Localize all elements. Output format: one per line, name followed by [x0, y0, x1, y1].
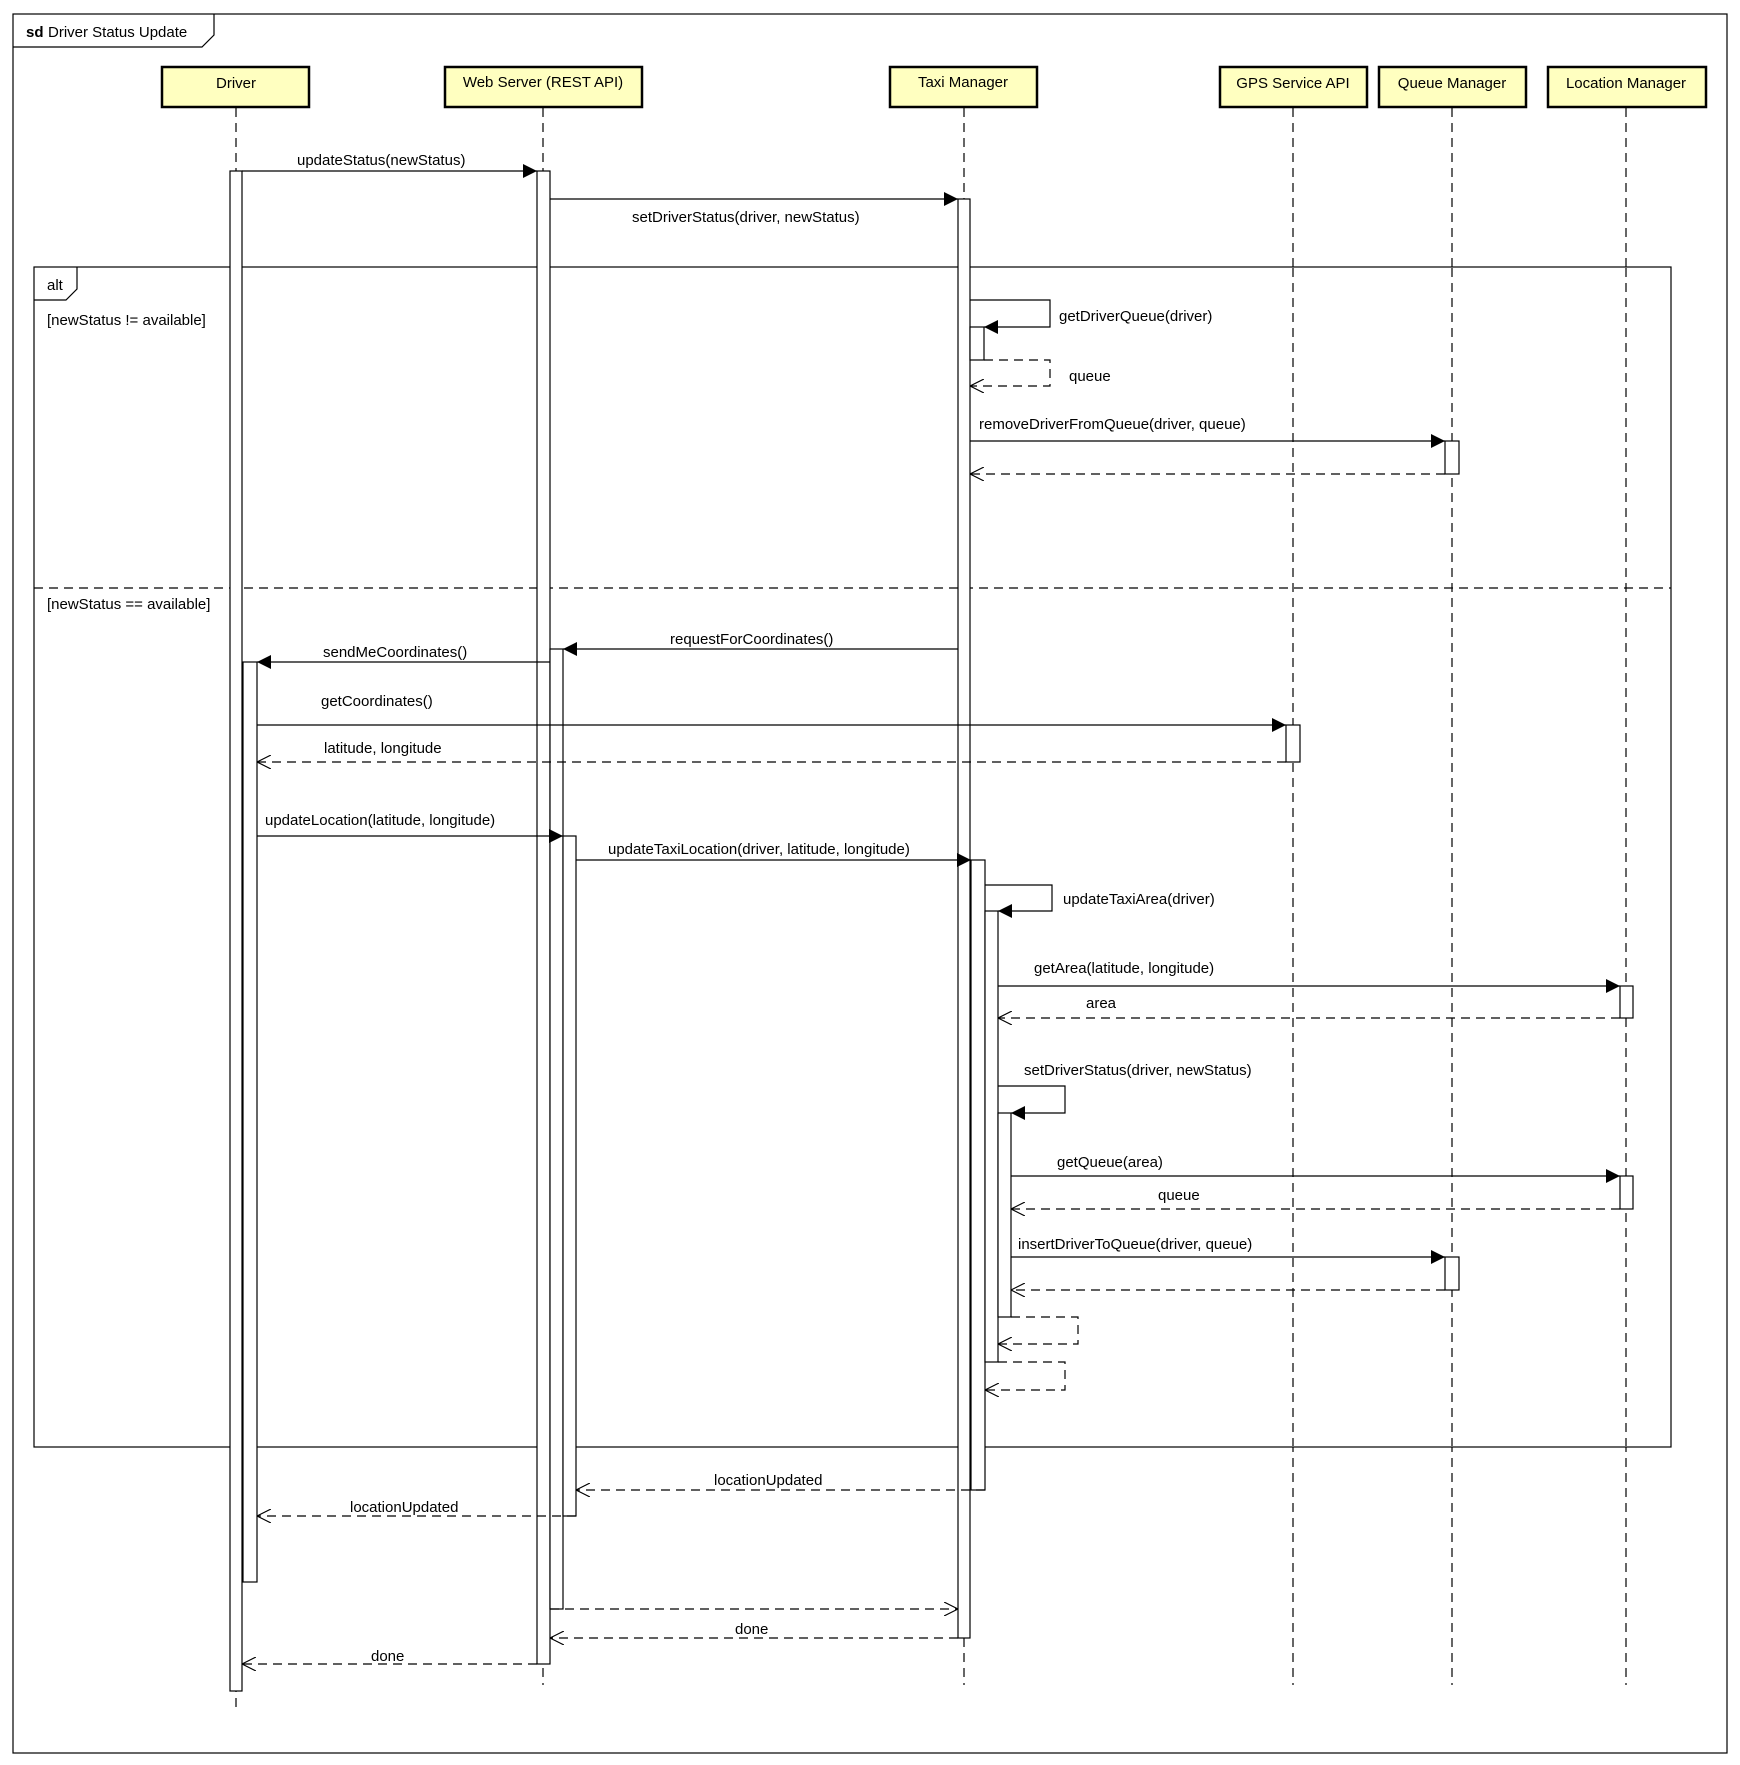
activation-taxi-main: [957, 198, 971, 1639]
msg-updateStatus-label: updateStatus(newStatus): [297, 152, 465, 169]
activation-driver-nested: [242, 661, 258, 1583]
alt-guard-1: [newStatus != available]: [47, 312, 206, 329]
activation-location-getArea: [1619, 985, 1634, 1019]
activation-web-nested-2: [562, 835, 577, 1517]
msg-removeDriverFromQueue-label: removeDriverFromQueue(driver, queue): [979, 416, 1246, 433]
ret-area-label: area: [1086, 995, 1117, 1012]
lifeline-label-location-manager: Location Manager: [1566, 75, 1686, 92]
msg-getCoordinates-label: getCoordinates(): [321, 693, 433, 710]
msg-getQueue-label: getQueue(area): [1057, 1154, 1163, 1171]
activation-taxi-updateTaxiLocation: [970, 859, 986, 1491]
lifeline-label-web-server: Web Server (REST API): [463, 74, 623, 91]
ret-done-2-label: done: [371, 1648, 404, 1665]
sd-keyword: sd: [26, 24, 44, 41]
lifeline-label-queue-manager: Queue Manager: [1398, 75, 1506, 92]
lifeline-label-taxi-manager: Taxi Manager: [918, 74, 1008, 91]
activation-web-nested-1: [549, 648, 564, 1610]
ret-queue-2-label: queue: [1158, 1187, 1200, 1204]
ret-queue-1-label: queue: [1069, 368, 1111, 385]
msg-setDriverStatus-label: setDriverStatus(driver, newStatus): [632, 209, 860, 226]
ret-locationUpdated-2-label: locationUpdated: [350, 1499, 458, 1516]
lifeline-label-driver: Driver: [216, 75, 256, 92]
msg-getArea-label: getArea(latitude, longitude): [1034, 960, 1214, 977]
alt-guard-2: [newStatus == available]: [47, 596, 210, 613]
activation-taxi-setDriverStatus: [997, 1112, 1012, 1318]
activation-queue-insert: [1444, 1256, 1460, 1291]
alt-keyword: alt: [47, 277, 64, 294]
msg-updateTaxiLocation-label: updateTaxiLocation(driver, latitude, lon…: [608, 841, 910, 858]
activation-web-main: [536, 170, 551, 1665]
ret-done-1-label: done: [735, 1621, 768, 1638]
msg-setDriverStatus-self-label: setDriverStatus(driver, newStatus): [1024, 1062, 1252, 1079]
sd-keyword-text: sd: [26, 24, 44, 41]
ret-locationUpdated-1-label: locationUpdated: [714, 1472, 822, 1489]
activation-gps: [1285, 724, 1301, 763]
msg-updateLocation-label: updateLocation(latitude, longitude): [265, 812, 495, 829]
frame-title: Driver Status Update: [48, 24, 187, 41]
msg-updateTaxiArea-label: updateTaxiArea(driver): [1063, 891, 1215, 908]
activation-taxi-getDriverQueue: [969, 326, 985, 361]
activation-queue-remove: [1444, 440, 1460, 475]
msg-getDriverQueue-label: getDriverQueue(driver): [1059, 308, 1212, 325]
sequence-diagram: sd Driver Status Update Driver Web Serve…: [0, 0, 1740, 1765]
activation-driver-main: [229, 170, 243, 1692]
msg-requestForCoordinates-label: requestForCoordinates(): [670, 631, 833, 648]
msg-insertDriverToQueue-label: insertDriverToQueue(driver, queue): [1018, 1236, 1252, 1253]
lifeline-label-gps: GPS Service API: [1236, 75, 1349, 92]
ret-latitude-longitude-label: latitude, longitude: [324, 740, 442, 757]
msg-sendMeCoordinates-label: sendMeCoordinates(): [323, 644, 467, 661]
activation-location-getQueue: [1619, 1175, 1634, 1210]
activation-taxi-updateTaxiArea: [984, 910, 999, 1363]
